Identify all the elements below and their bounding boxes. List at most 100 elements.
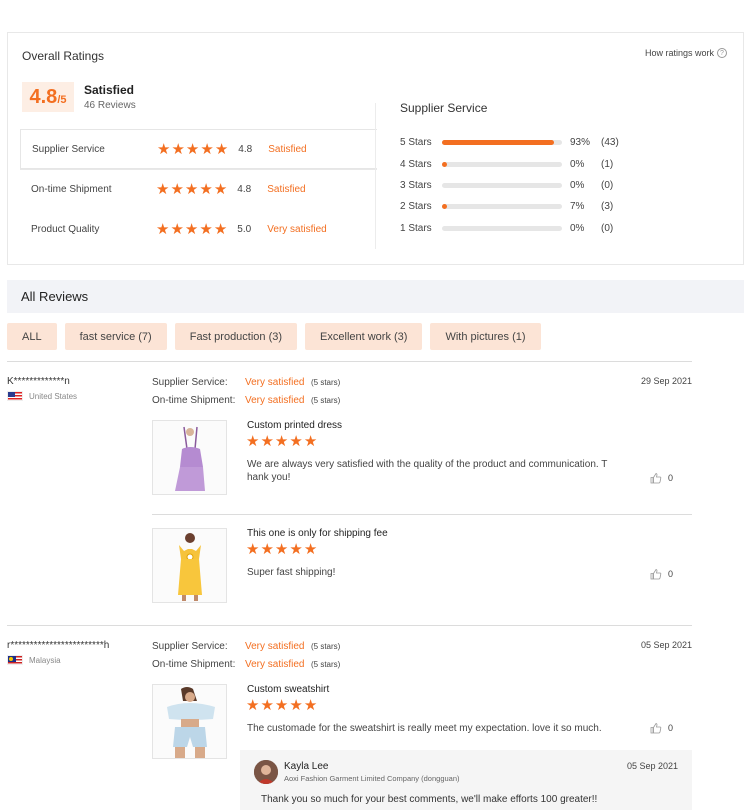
star-icon: ★ — [170, 181, 184, 198]
reply-author: Kayla Lee — [284, 761, 329, 772]
product-image[interactable] — [152, 528, 227, 603]
thumbs-up-icon[interactable] — [650, 472, 662, 484]
star-icon: ★ — [246, 697, 260, 714]
metric-row-product-quality[interactable]: Product Quality ★ ★ ★ ★ ★ 5.0 Very satisfied — [20, 209, 377, 249]
metric-score: 4.8 — [238, 143, 253, 155]
divider — [152, 514, 692, 515]
filter-chip-all[interactable]: ALL — [7, 323, 57, 350]
distribution-row: 1 Stars 0% (0) — [400, 218, 631, 239]
thumbs-up-icon[interactable] — [650, 722, 662, 734]
shipment-rating: On-time Shipment: Very satisfied (5 star… — [152, 395, 340, 406]
meta-note: (5 stars) — [311, 660, 341, 669]
filter-chip-fast-service[interactable]: fast service (7) — [64, 323, 167, 350]
filter-chip-excellent-work[interactable]: Excellent work (3) — [305, 323, 423, 350]
distribution-bar — [442, 140, 562, 146]
filter-chip-fast-production[interactable]: Fast production (3) — [174, 323, 298, 350]
divider — [7, 625, 692, 626]
like-count: 0 — [668, 569, 674, 579]
metric-score: 4.8 — [237, 184, 252, 195]
malaysia-flag-icon — [7, 655, 23, 665]
item-stars: ★ ★ ★ ★ ★ — [246, 542, 317, 557]
meta-note: (5 stars) — [311, 396, 341, 405]
thumbs-up-icon[interactable] — [650, 568, 662, 580]
distribution-bar — [442, 161, 562, 167]
distribution-percent: 0% — [570, 158, 585, 170]
distribution-label: 3 Stars — [400, 179, 432, 191]
distribution-percent: 7% — [570, 201, 585, 213]
meta-value: Very satisfied — [245, 377, 305, 388]
distribution-bar — [442, 182, 562, 188]
avatar — [254, 760, 278, 784]
star-icon: ★ — [246, 541, 260, 558]
reviewer-name: r************************h — [7, 640, 110, 651]
all-reviews-header: All Reviews — [7, 280, 744, 313]
distribution-count: (43) — [601, 137, 619, 149]
star-icon: ★ — [246, 433, 260, 450]
star-icon: ★ — [185, 140, 200, 158]
item-stars: ★ ★ ★ ★ ★ — [246, 434, 317, 449]
review-text: The customade for the sweatshirt is real… — [247, 723, 602, 734]
star-icon: ★ — [157, 140, 171, 158]
reviewer-name: K*************n — [7, 376, 70, 387]
overall-ratings-card: Overall Ratings How ratings work ? 4.8 /… — [7, 32, 744, 265]
product-image[interactable] — [152, 420, 227, 495]
reply-company: Aoxi Fashion Garment Limited Company (do… — [284, 774, 460, 783]
meta-note: (5 stars) — [311, 378, 341, 387]
review-item: Custom sweatshirt ★ ★ ★ ★ ★ The customade fo… — [152, 684, 692, 759]
meta-value: Very satisfied — [245, 641, 305, 652]
metric-row-on-time-shipment[interactable]: On-time Shipment ★ ★ ★ ★ ★ 4.8 Satisfied — [20, 169, 377, 209]
star-icon: ★ — [171, 140, 185, 158]
metric-row-supplier-service[interactable]: Supplier Service ★ ★ ★ ★ ★ 4.8 Satisfied — [20, 129, 377, 169]
star-icon: ★ — [214, 140, 229, 158]
star-icon: ★ — [213, 220, 228, 238]
metric-word: Very satisfied — [267, 223, 327, 235]
star-icon: ★ — [289, 697, 303, 714]
overall-score-max: /5 — [57, 94, 67, 106]
metric-table: Supplier Service ★ ★ ★ ★ ★ 4.8 Satisfied On-… — [20, 129, 377, 249]
review-date: 29 Sep 2021 — [640, 376, 692, 386]
question-icon[interactable]: ? — [717, 48, 727, 58]
star-icon: ★ — [289, 541, 303, 558]
star-icon: ★ — [199, 181, 213, 198]
how-ratings-work-label[interactable]: How ratings work — [645, 48, 714, 58]
star-icon: ★ — [260, 697, 274, 714]
filter-chip-with-pictures[interactable]: With pictures (1) — [430, 323, 541, 350]
meta-value: Very satisfied — [245, 659, 305, 670]
all-reviews-title: All Reviews — [21, 289, 89, 304]
star-icon: ★ — [303, 541, 318, 558]
product-image[interactable] — [152, 684, 227, 759]
star-icon: ★ — [184, 181, 199, 198]
distribution-count: (1) — [601, 158, 614, 170]
star-icon: ★ — [184, 220, 199, 238]
reply-text: Thank you so much for your best comments… — [261, 794, 598, 805]
how-ratings-work-link[interactable]: How ratings work ? — [645, 48, 727, 58]
distribution-percent: 0% — [570, 179, 585, 191]
overall-score-badge: 4.8 /5 — [22, 82, 74, 112]
distribution-label: 5 Stars — [400, 137, 432, 149]
item-title: This one is only for shipping fee — [247, 528, 388, 539]
like-button[interactable]: 0 — [650, 722, 673, 734]
like-button[interactable]: 0 — [650, 568, 673, 580]
supplier-service-rating: Supplier Service: Very satisfied (5 star… — [152, 641, 340, 652]
star-icon: ★ — [274, 697, 289, 714]
overall-score-label: Satisfied — [84, 83, 135, 97]
like-count: 0 — [668, 473, 674, 483]
star-icon: ★ — [260, 433, 274, 450]
like-button[interactable]: 0 — [650, 472, 673, 484]
star-icon: ★ — [260, 541, 274, 558]
supplier-service-rating: Supplier Service: Very satisfied (5 star… — [152, 377, 340, 388]
star-icon: ★ — [156, 181, 170, 198]
rating-distribution: 5 Stars 93% (43) 4 Stars 0% (1) 3 Stars … — [400, 132, 631, 239]
distribution-title: Supplier Service — [400, 101, 488, 115]
metric-stars: ★ ★ ★ ★ ★ — [156, 222, 227, 237]
star-icon: ★ — [156, 220, 170, 238]
star-icon: ★ — [274, 541, 289, 558]
star-icon: ★ — [303, 433, 318, 450]
star-icon: ★ — [200, 140, 214, 158]
item-stars: ★ ★ ★ ★ ★ — [246, 698, 317, 713]
metric-stars: ★ ★ ★ ★ ★ — [156, 182, 227, 197]
review-text: Super fast shipping! — [247, 567, 336, 578]
distribution-label: 1 Stars — [400, 222, 432, 234]
distribution-fill — [442, 161, 447, 167]
review-date: 05 Sep 2021 — [640, 640, 692, 650]
